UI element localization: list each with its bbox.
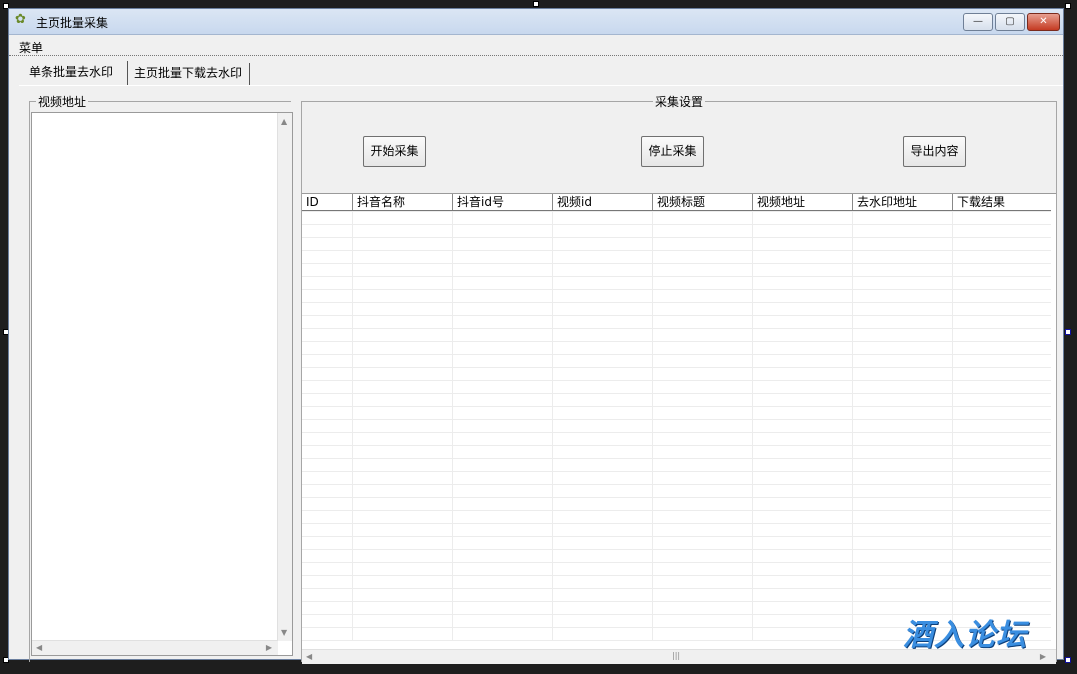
main-window: ✿ 主页批量采集 — ▢ ✕ 菜单 单条批量去水印 主页批量下载去水印 视频地址… — [8, 8, 1064, 664]
col-header-video-url[interactable]: 视频地址 — [752, 194, 852, 210]
resize-handle-top-right[interactable] — [1065, 3, 1071, 9]
video-url-textarea[interactable]: ▲ ▼ ◀ ▶ — [31, 112, 293, 656]
scroll-grip-icon[interactable]: ||| — [672, 651, 680, 660]
col-header-video-id[interactable]: 视频id — [552, 194, 652, 210]
col-header-download-result[interactable]: 下载结果 — [952, 194, 1051, 210]
stop-collect-button[interactable]: 停止采集 — [641, 136, 704, 167]
video-url-group-label: 视频地址 — [36, 93, 89, 110]
resize-handle-mid-right[interactable] — [1065, 329, 1071, 335]
col-header-douyin-id[interactable]: 抖音id号 — [452, 194, 552, 210]
col-header-id[interactable]: ID — [302, 194, 352, 210]
col-header-video-title[interactable]: 视频标题 — [652, 194, 752, 210]
col-header-douyin-name[interactable]: 抖音名称 — [352, 194, 452, 210]
menu-item-main[interactable]: 菜单 — [19, 39, 43, 56]
scroll-up-icon[interactable]: ▲ — [281, 117, 287, 126]
scroll-right-icon[interactable]: ▶ — [1040, 652, 1046, 661]
title-bar[interactable]: ✿ 主页批量采集 — ▢ ✕ — [9, 9, 1063, 35]
resize-handle-bottom-right[interactable] — [1065, 657, 1071, 663]
scroll-left-icon[interactable]: ◀ — [36, 643, 42, 652]
results-table[interactable]: ID 抖音名称 抖音id号 视频id 视频标题 视频地址 去水印地址 下载结果 — [302, 193, 1056, 664]
video-url-vscroll[interactable]: ▲ ▼ — [277, 113, 292, 641]
tab-panel: 视频地址 ▲ ▼ ◀ ▶ 采集设置 开始采集 停止采集 导出内容 ID 抖音名称… — [19, 85, 1063, 664]
col-divider — [652, 211, 653, 641]
col-divider — [752, 211, 753, 641]
col-divider — [852, 211, 853, 641]
maximize-button[interactable]: ▢ — [995, 13, 1025, 31]
scroll-right-icon[interactable]: ▶ — [266, 643, 272, 652]
video-url-hscroll[interactable]: ◀ ▶ — [32, 640, 278, 655]
start-collect-button[interactable]: 开始采集 — [363, 136, 426, 167]
close-button[interactable]: ✕ — [1027, 13, 1060, 31]
export-content-button[interactable]: 导出内容 — [903, 136, 966, 167]
col-divider — [352, 211, 353, 641]
tab-single-batch[interactable]: 单条批量去水印 — [25, 61, 128, 85]
col-divider — [452, 211, 453, 641]
forum-watermark: 酒入论坛 — [903, 618, 1027, 653]
table-body[interactable] — [302, 211, 1051, 641]
col-divider — [552, 211, 553, 641]
tab-homepage-batch[interactable]: 主页批量下载去水印 — [130, 63, 250, 85]
app-icon: ✿ — [15, 12, 26, 27]
col-header-nowatermark-url[interactable]: 去水印地址 — [852, 194, 952, 210]
collect-settings-group-label: 采集设置 — [653, 93, 706, 110]
scroll-down-icon[interactable]: ▼ — [281, 628, 287, 637]
collect-settings-group: 采集设置 开始采集 停止采集 导出内容 ID 抖音名称 抖音id号 视频id 视… — [301, 93, 1057, 664]
menu-bar: 菜单 — [9, 35, 1063, 56]
table-header: ID 抖音名称 抖音id号 视频id 视频标题 视频地址 去水印地址 下载结果 — [302, 194, 1051, 212]
window-title: 主页批量采集 — [36, 16, 109, 30]
video-url-group: 视频地址 ▲ ▼ ◀ ▶ — [29, 93, 293, 662]
col-divider — [952, 211, 953, 641]
scroll-left-icon[interactable]: ◀ — [306, 652, 312, 661]
minimize-button[interactable]: — — [963, 13, 993, 31]
resize-handle-top-mid[interactable] — [533, 1, 539, 7]
